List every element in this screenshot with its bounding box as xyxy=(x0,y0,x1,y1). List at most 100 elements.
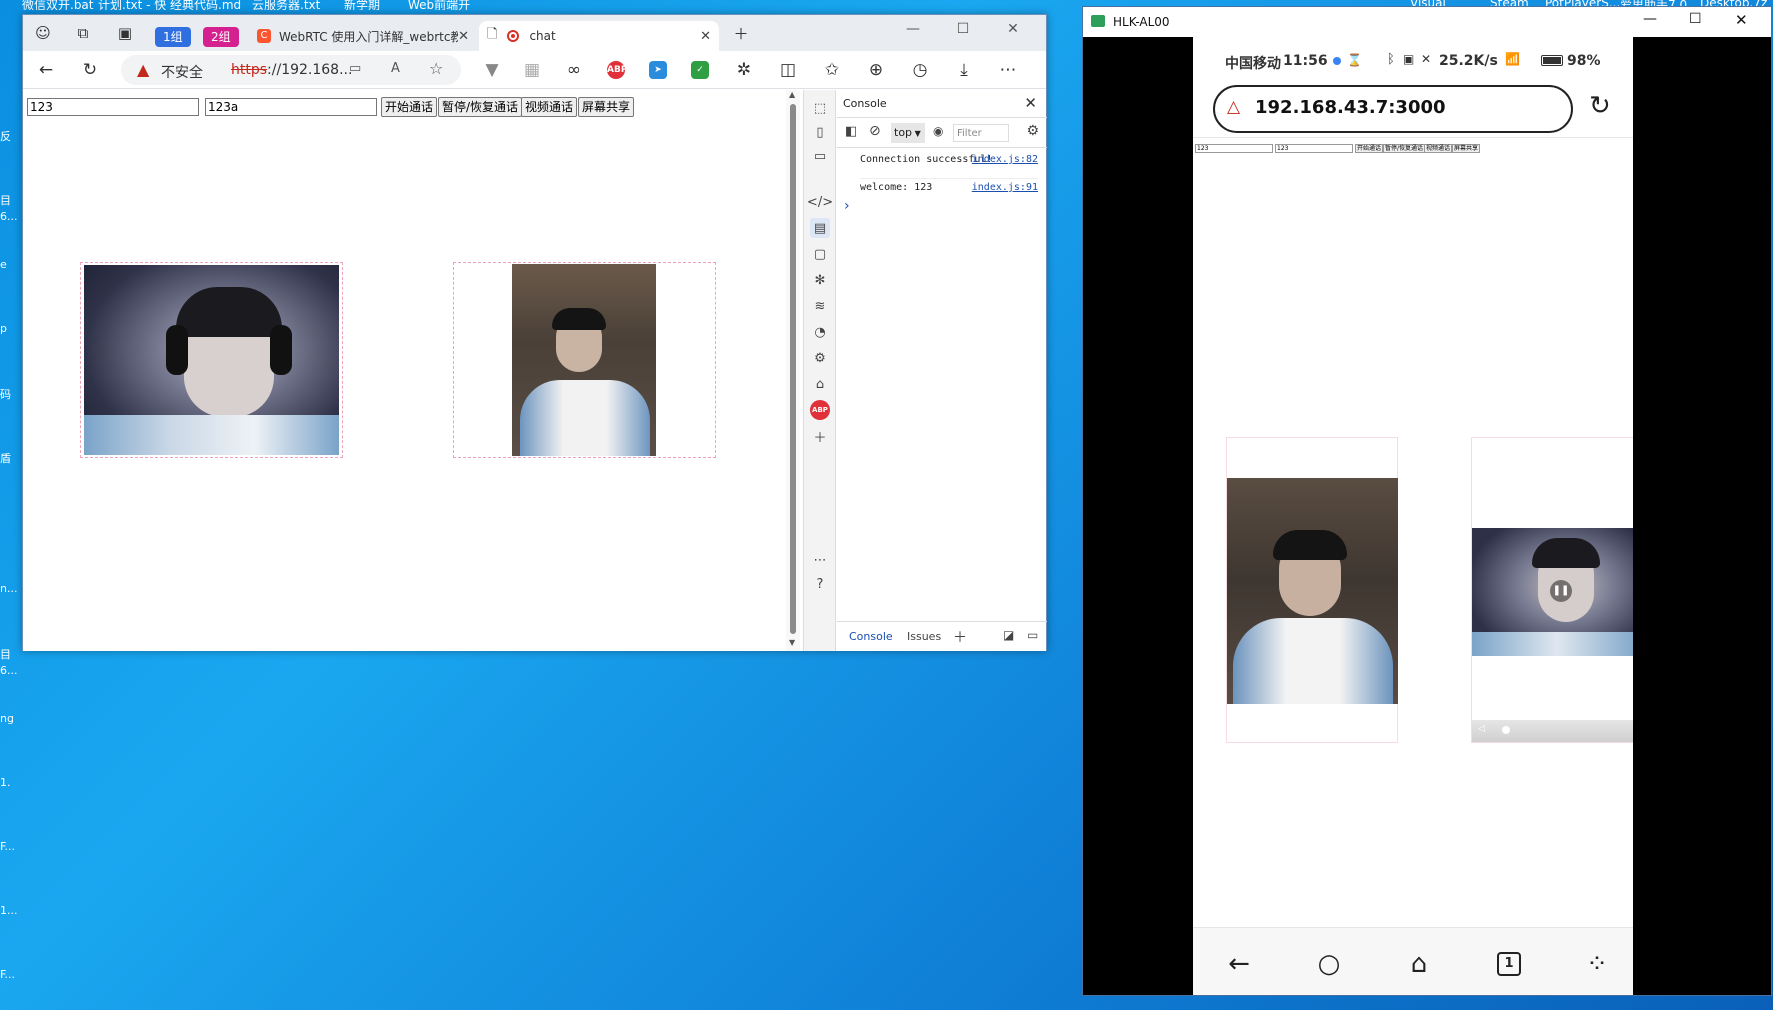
home-icon[interactable]: ⌂ xyxy=(810,374,830,394)
mobile-target-id-input[interactable]: 123 xyxy=(1275,144,1353,153)
extensions-icon[interactable]: ✲ xyxy=(731,57,757,83)
network-icon[interactable]: ≋ xyxy=(810,296,830,316)
nav-home-icon[interactable]: ⌂ xyxy=(1401,946,1437,982)
desktop-label[interactable]: p xyxy=(0,322,7,335)
tab-webrtc[interactable]: C WebRTC 使用入门详解_webrtc教 ✕ xyxy=(249,21,477,51)
progress-knob[interactable] xyxy=(1502,726,1510,734)
inspect-icon[interactable]: ⬚ xyxy=(810,98,830,118)
split-screen-icon[interactable]: ◫ xyxy=(775,57,801,83)
nav-back-icon[interactable]: ← xyxy=(1221,946,1257,982)
clear-console-icon[interactable]: ⊘ xyxy=(869,123,881,139)
maximize-icon[interactable]: ☐ xyxy=(1689,11,1702,27)
desktop-label[interactable]: 目 xyxy=(0,646,11,662)
mobile-video-call-button[interactable]: 视频通话 xyxy=(1424,144,1453,153)
filter-input[interactable]: Filter xyxy=(953,124,1009,142)
drawer-tab-issues[interactable]: Issues xyxy=(907,630,941,643)
mobile-address-bar[interactable]: △ 192.168.43.7:3000 xyxy=(1213,85,1573,133)
mobile-start-call-button[interactable]: 开始通话 xyxy=(1355,144,1384,153)
eye-icon[interactable]: ◉ xyxy=(933,124,943,138)
console-icon[interactable]: ▤ xyxy=(810,218,830,238)
favorites-icon[interactable]: ✩ xyxy=(819,57,845,83)
close-tab-icon[interactable]: ✕ xyxy=(458,29,469,44)
extension-v-icon[interactable]: ▼ xyxy=(479,57,505,83)
mobile-screen-share-button[interactable]: 屏幕共享 xyxy=(1452,144,1481,153)
address-bar[interactable]: ▲ 不安全 https://192.168... ▭ A ☆ xyxy=(121,55,461,85)
desktop-label[interactable]: F... xyxy=(0,840,15,853)
sources-icon[interactable]: ▢ xyxy=(810,244,830,264)
screen-share-button[interactable]: 屏幕共享 xyxy=(578,97,635,117)
nav-menu-icon[interactable]: ⁘ xyxy=(1579,946,1615,982)
reload-icon[interactable]: ↻ xyxy=(1589,91,1611,121)
desktop-label[interactable]: 云服务器.txt xyxy=(252,0,320,10)
warning-icon[interactable]: △ xyxy=(1227,97,1240,117)
settings-gear-icon[interactable]: ⚙ xyxy=(810,348,830,368)
drawer-tab-console[interactable]: Console xyxy=(849,630,893,643)
target-id-input[interactable]: 123a xyxy=(205,98,377,116)
user-id-input[interactable]: 123 xyxy=(27,98,199,116)
start-call-button[interactable]: 开始通话 xyxy=(381,97,438,117)
page-scrollbar[interactable]: ▲ ▼ xyxy=(786,90,800,651)
minimize-icon[interactable]: — xyxy=(898,21,928,41)
elements-icon[interactable]: </> xyxy=(807,192,833,212)
scroll-up-icon[interactable]: ▲ xyxy=(789,90,795,99)
tab-actions-icon[interactable]: ▣ xyxy=(113,21,137,45)
close-tab-icon[interactable]: ✕ xyxy=(700,29,711,44)
tab-group-1[interactable]: 1组 xyxy=(155,27,191,47)
console-source-link[interactable]: index.js:91 xyxy=(972,182,1038,193)
close-icon[interactable]: ✕ xyxy=(1024,94,1037,112)
desktop-label[interactable]: 6... xyxy=(0,664,18,677)
profile-icon[interactable]: ☺ xyxy=(31,21,55,45)
pause-icon[interactable]: ❚❚ xyxy=(1550,580,1572,602)
console-source-link[interactable]: index.js:82 xyxy=(972,154,1038,165)
url-text[interactable]: https://192.168... xyxy=(231,62,352,78)
console-prompt[interactable]: › xyxy=(844,198,850,214)
extension-send-icon[interactable]: ➤ xyxy=(649,61,667,79)
desktop-label[interactable]: 计划.txt - 快 xyxy=(98,0,166,10)
dock-icon[interactable]: ◪ xyxy=(1003,628,1014,642)
desktop-label[interactable]: 1... xyxy=(0,904,18,917)
extension-shield-icon[interactable]: ✓ xyxy=(691,61,709,79)
mobile-pause-resume-button[interactable]: 暂停/恢复通话 xyxy=(1383,144,1426,153)
desktop-label[interactable]: 1. xyxy=(0,776,11,789)
desktop-label[interactable]: 微信双开.bat xyxy=(22,0,94,10)
nav-tabs-icon[interactable]: 1 xyxy=(1491,946,1527,982)
scroll-thumb[interactable] xyxy=(790,104,796,634)
desktop-label[interactable]: 目 xyxy=(0,192,11,208)
context-select[interactable]: top ▼ xyxy=(891,123,925,143)
desktop-label[interactable]: 码 xyxy=(0,386,11,402)
maximize-icon[interactable]: ☐ xyxy=(948,21,978,41)
read-aloud-icon[interactable]: A xyxy=(391,61,400,76)
desktop-label[interactable]: 新学期 xyxy=(344,0,380,10)
desktop-label[interactable]: n... xyxy=(0,582,17,595)
extension-grid-icon[interactable]: ▦ xyxy=(519,57,545,83)
desktop-label[interactable]: 6... xyxy=(0,210,18,223)
device-emulation-icon[interactable]: ▯ xyxy=(810,122,830,142)
nav-search-icon[interactable]: ○ xyxy=(1311,946,1347,982)
more-tools-icon[interactable]: ⋯ xyxy=(810,550,830,570)
desktop-label[interactable]: F... xyxy=(0,968,15,981)
refresh-icon[interactable]: ↻ xyxy=(77,57,103,83)
back-icon[interactable]: ← xyxy=(33,57,59,83)
mobile-remote-video[interactable]: ❚❚ xyxy=(1472,528,1633,656)
collections-icon[interactable]: ⊕ xyxy=(863,57,889,83)
extension-infinity-icon[interactable]: ∞ xyxy=(561,57,587,83)
tab-chat[interactable]: 🗋 chat ✕ xyxy=(479,21,719,51)
sidebar-toggle-icon[interactable]: ◧ xyxy=(845,124,857,139)
desktop-label[interactable]: e xyxy=(0,258,7,271)
collapse-drawer-icon[interactable]: ▭ xyxy=(1027,628,1038,642)
adblock-icon[interactable]: ABP xyxy=(810,400,830,420)
window-icon[interactable]: ▭ xyxy=(810,146,830,166)
volume-icon[interactable]: ◁ xyxy=(1478,724,1485,734)
more-icon[interactable]: ⋯ xyxy=(995,57,1021,83)
close-window-icon[interactable]: ✕ xyxy=(998,21,1028,41)
warning-icon[interactable]: ▲ xyxy=(137,60,149,79)
pause-resume-button[interactable]: 暂停/恢复通话 xyxy=(438,97,523,117)
scroll-down-icon[interactable]: ▼ xyxy=(789,638,795,647)
minimize-icon[interactable]: — xyxy=(1643,11,1657,27)
performance-icon[interactable]: ◔ xyxy=(810,322,830,342)
desktop-label[interactable]: Web前端开 xyxy=(408,0,470,10)
desktop-label[interactable]: ng xyxy=(0,712,14,725)
local-video[interactable] xyxy=(84,265,339,455)
remote-video[interactable] xyxy=(512,264,656,456)
console-settings-icon[interactable]: ⚙ xyxy=(1026,123,1039,139)
